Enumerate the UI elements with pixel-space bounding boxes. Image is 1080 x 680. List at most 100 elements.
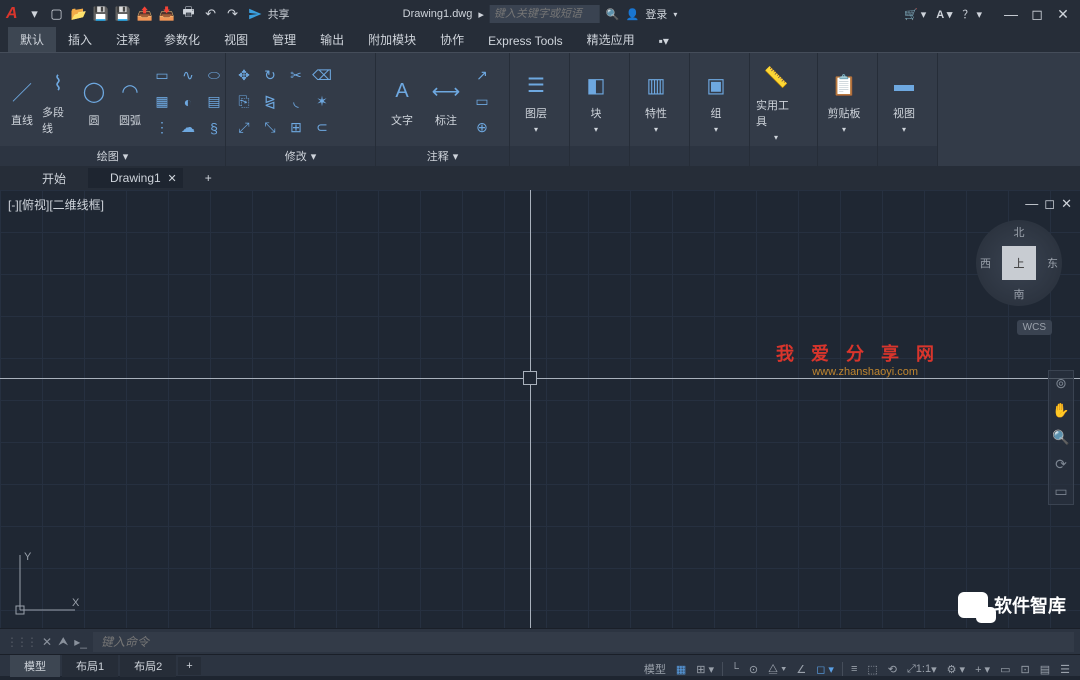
tab-addins[interactable]: 附加模块 [356,27,428,52]
print-icon[interactable]: 🖶 [179,4,199,24]
fillet-icon[interactable]: ◟ [284,90,308,114]
open-file-icon[interactable]: 📂 [69,4,89,24]
nav-orbit-icon[interactable]: ⟳ [1055,456,1067,473]
login-label[interactable]: 登录 [645,6,667,22]
tab-insert[interactable]: 插入 [56,27,104,52]
tab-view[interactable]: 视图 [212,27,260,52]
new-tab-button[interactable]: + [183,168,227,188]
tol-icon[interactable]: ▭ [470,90,494,114]
tab-drawing1[interactable]: Drawing1✕ [88,168,183,188]
circle-button[interactable]: ◯圆 [78,76,110,128]
status-menu-icon[interactable]: ☰ [1056,660,1074,678]
tab-default[interactable]: 默认 [8,27,56,52]
properties-button[interactable]: ▥特性▾ [636,69,676,134]
import-icon[interactable]: 📥 [157,4,177,24]
tab-manage[interactable]: 管理 [260,27,308,52]
revision-icon[interactable]: ☁ [176,116,200,140]
move-icon[interactable]: ✥ [232,64,256,88]
table-icon[interactable]: ▤ [202,90,226,114]
drawing-canvas[interactable]: [-][俯视][二维线框] — ◻ ✕ 我 爱 分 享 网 www.zhansh… [0,190,1080,628]
status-iso-icon[interactable]: ⧋ ▾ [764,660,790,678]
leader-icon[interactable]: ↗ [470,64,494,88]
viewcube[interactable]: 上 北 南 西 东 [976,220,1062,306]
viewcube-west[interactable]: 西 [980,255,991,271]
arc-button[interactable]: ◠圆弧 [114,76,146,128]
viewport-label[interactable]: [-][俯视][二维线框] [8,196,104,213]
tab-express[interactable]: Express Tools [476,30,574,52]
status-osnap-icon[interactable]: ◻ ▾ [812,660,838,678]
ucs-icon[interactable]: YX [10,550,80,620]
viewcube-east[interactable]: 东 [1047,255,1058,271]
status-hw-icon[interactable]: ⊡ [1017,660,1034,678]
status-ortho-icon[interactable]: └ [727,660,743,678]
tab-parametric[interactable]: 参数化 [152,27,212,52]
panel-expand-icon[interactable]: ▾ [123,150,129,163]
minimize-button[interactable]: — [1000,5,1022,23]
center-icon[interactable]: ⊕ [470,116,494,140]
search-icon[interactable]: 🔍 [606,8,620,21]
rotate-icon[interactable]: ↻ [258,64,282,88]
stretch-icon[interactable]: ⤢ [232,116,256,140]
tab-layout2[interactable]: 布局2 [120,655,176,677]
tab-output[interactable]: 输出 [308,27,356,52]
tab-start[interactable]: 开始 [20,167,88,190]
tab-extra-icon[interactable]: ▪▾ [647,30,681,52]
command-input[interactable] [93,632,1074,652]
viewcube-north[interactable]: 北 [1014,224,1025,240]
cmd-close-icon[interactable]: ✕ [42,635,52,649]
wcs-badge[interactable]: WCS [1017,320,1052,335]
add-layout-button[interactable]: + [178,657,200,675]
status-model[interactable]: 模型 [640,660,670,678]
close-tab-icon[interactable]: ✕ [168,172,177,185]
status-annoscale[interactable]: ⤢ 1:1 ▾ [903,660,941,678]
tab-collab[interactable]: 协作 [428,27,476,52]
status-plus-icon[interactable]: + ▾ [971,660,994,678]
line-button[interactable]: ／直线 [6,76,38,128]
vp-minimize-icon[interactable]: — [1025,196,1038,212]
cart-icon[interactable]: 🛒 ▾ [904,8,926,21]
vp-maximize-icon[interactable]: ◻ [1044,196,1055,212]
utilities-button[interactable]: 📏实用工具▾ [756,61,796,142]
group-button[interactable]: ▣组▾ [696,69,736,134]
status-transparency-icon[interactable]: ⬚ [863,660,881,678]
status-polar-icon[interactable]: ⊙ [745,660,762,678]
tab-model[interactable]: 模型 [10,655,60,677]
qat-dropdown-icon[interactable]: ▾ [25,4,45,24]
close-button[interactable]: ✕ [1052,5,1074,23]
erase-icon[interactable]: ⌫ [310,64,334,88]
tab-featured[interactable]: 精选应用 [575,27,647,52]
undo-icon[interactable]: ↶ [201,4,221,24]
scale-icon[interactable]: ⤡ [258,116,282,140]
nav-showmotion-icon[interactable]: ▭ [1054,483,1067,500]
rect-icon[interactable]: ▭ [150,64,174,88]
text-button[interactable]: A文字 [382,76,422,128]
region-icon[interactable]: ◐ [176,90,200,114]
status-isolate-icon[interactable]: ▭ [996,660,1014,678]
point-icon[interactable]: ⋮ [150,116,174,140]
cmd-history-icon[interactable]: ⮝ [58,634,68,649]
help-icon[interactable]: ？ ▾ [962,6,982,22]
polyline-button[interactable]: ⌇多段线 [42,68,74,136]
spline-icon[interactable]: ∿ [176,64,200,88]
cmd-handle-icon[interactable]: ⋮⋮⋮ [6,635,36,649]
share-icon[interactable] [245,4,265,24]
viewcube-top-face[interactable]: 上 [1002,246,1036,280]
status-grid-icon[interactable]: ▦ [672,660,690,678]
maximize-button[interactable]: ◻ [1026,5,1048,23]
new-file-icon[interactable]: ▢ [47,4,67,24]
dim-button[interactable]: ⟷标注 [426,76,466,128]
nav-zoom-icon[interactable]: 🔍 [1052,429,1069,446]
user-icon[interactable]: 👤 [626,8,640,21]
saveas-icon[interactable]: 💾 [113,4,133,24]
tab-layout1[interactable]: 布局1 [62,655,118,677]
nav-pan-icon[interactable]: ✋ [1052,402,1069,419]
explode-icon[interactable]: ✶ [310,90,334,114]
autodesk-icon[interactable]: A ▾ [936,8,952,21]
status-cycle-icon[interactable]: ⟲ [884,660,901,678]
search-input[interactable] [490,5,600,23]
vp-close-icon[interactable]: ✕ [1061,196,1072,212]
offset-icon[interactable]: ⊂ [310,116,334,140]
redo-icon[interactable]: ↷ [223,4,243,24]
viewcube-south[interactable]: 南 [1014,286,1025,302]
export-icon[interactable]: 📤 [135,4,155,24]
